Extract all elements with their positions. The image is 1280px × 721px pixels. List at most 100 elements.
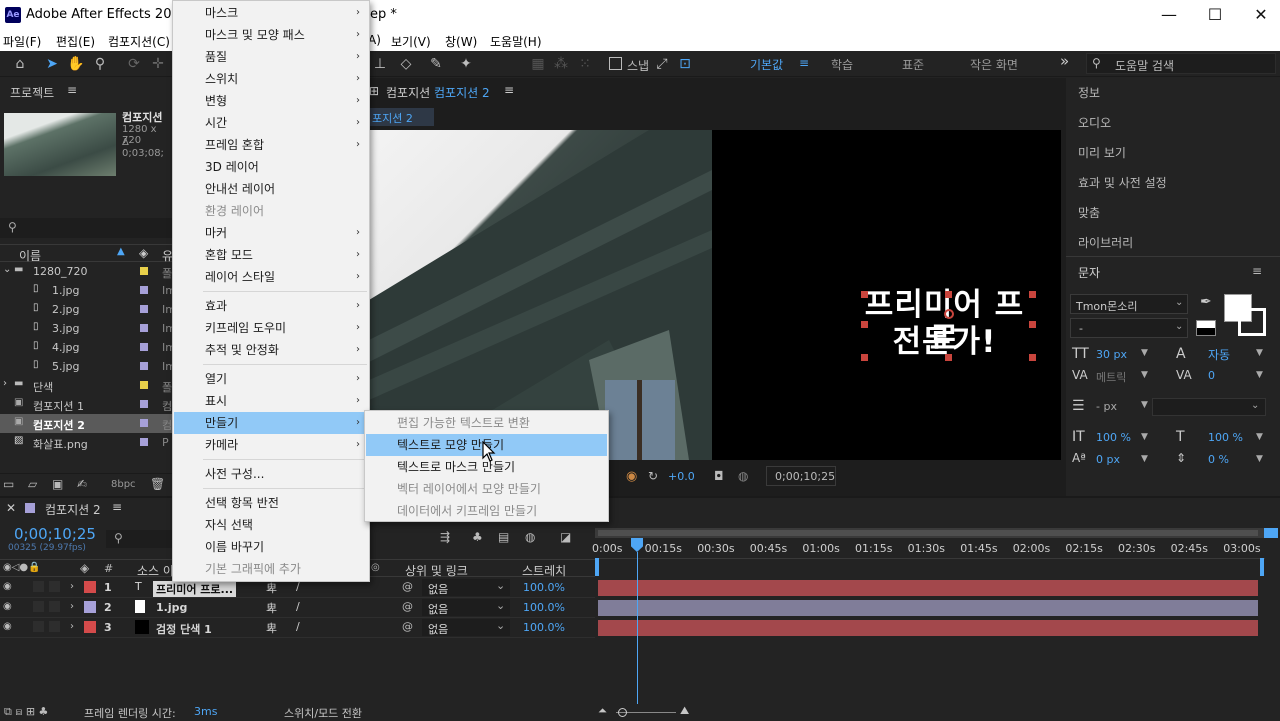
stretch-value[interactable]: 100.0%: [523, 581, 565, 594]
shy-switch-icon[interactable]: 卑: [266, 600, 277, 616]
work-area-start[interactable]: [595, 558, 599, 576]
bounding-handle[interactable]: [861, 291, 868, 298]
close-tab-icon[interactable]: ✕: [6, 501, 16, 515]
viewer-timecode[interactable]: 0;00;10;25: [766, 466, 836, 486]
zoom-slider-handle[interactable]: [618, 708, 627, 717]
layer-color-swatch[interactable]: [84, 621, 96, 633]
project-item[interactable]: ▯ 1.jpg Im: [0, 281, 176, 300]
layer-duration-bar[interactable]: [598, 620, 1258, 636]
chevron-right-icon[interactable]: ›: [3, 378, 7, 389]
panel-menu-icon[interactable]: ≡: [1252, 264, 1262, 278]
viewer-lock-icon[interactable]: ⊞: [369, 84, 379, 98]
color-swap-icon[interactable]: [1196, 320, 1216, 336]
label-color-swatch[interactable]: [140, 400, 148, 408]
layer-menu-item[interactable]: 사전 구성...: [174, 463, 368, 485]
viewer-tab-name[interactable]: 컴포지션 2: [434, 84, 490, 101]
roto-brush-icon[interactable]: ✎: [426, 54, 446, 74]
motion-blur-icon[interactable]: ◎: [371, 562, 380, 573]
layer-name[interactable]: 1.jpg: [156, 601, 187, 614]
help-search-input[interactable]: ⚲ 도움말 검색: [1086, 53, 1276, 74]
workspace-learn[interactable]: 학습: [831, 56, 853, 73]
bounding-handle[interactable]: [1029, 291, 1036, 298]
stroke-style-select[interactable]: ⌄: [1152, 398, 1266, 416]
label-color-swatch[interactable]: [140, 267, 148, 275]
project-item[interactable]: ⌄ ▬ 1280_720 폴: [0, 262, 173, 281]
selection-tool-icon[interactable]: ➤: [42, 54, 62, 74]
solo-box[interactable]: [33, 581, 44, 592]
parent-pickwhip-icon[interactable]: @: [402, 620, 413, 633]
eye-icon[interactable]: ◉: [3, 621, 12, 632]
eye-icon[interactable]: ◉: [3, 601, 12, 612]
project-item[interactable]: ▨ 화살표.png P: [0, 433, 173, 452]
info-panel-tab[interactable]: 정보: [1078, 84, 1100, 101]
orbit-tool-icon[interactable]: ⟳: [124, 54, 144, 74]
layer-color-swatch[interactable]: [84, 601, 96, 613]
solo-box[interactable]: [33, 621, 44, 632]
lock-box[interactable]: [49, 581, 60, 592]
viewer-subtab[interactable]: 포지션 2: [369, 108, 434, 126]
puppet-icon[interactable]: ⁂: [551, 54, 571, 74]
chevron-down-icon[interactable]: ▼: [1141, 432, 1148, 442]
workspace-standard[interactable]: 표준: [902, 56, 924, 73]
font-size-value[interactable]: 30 px: [1096, 348, 1127, 361]
bounding-handle[interactable]: [861, 354, 868, 361]
parent-pickwhip-icon[interactable]: @: [402, 580, 413, 593]
chevron-down-icon[interactable]: ⌄: [3, 264, 11, 275]
layer-menu-item[interactable]: 선택 항목 반전: [174, 492, 368, 514]
project-item[interactable]: ▣ 컴포지션 1 컴: [0, 395, 173, 414]
label-tag-icon[interactable]: ◈: [139, 246, 148, 260]
chevron-down-icon[interactable]: ▼: [1256, 348, 1263, 358]
anchor-point-icon[interactable]: [944, 309, 954, 319]
layer-menu-item[interactable]: 혼합 모드 ›: [174, 244, 368, 266]
menu-window[interactable]: 창(W): [445, 33, 477, 50]
bounding-handle[interactable]: [945, 354, 952, 361]
layer-menu-item[interactable]: 프레임 혼합 ›: [174, 134, 368, 156]
horizontal-scale-value[interactable]: 100 %: [1208, 431, 1243, 444]
layer-name[interactable]: 검정 단색 1: [156, 621, 212, 637]
font-style-select[interactable]: - ⌄: [1070, 318, 1188, 338]
layer-duration-bar[interactable]: [598, 580, 1258, 596]
col-number[interactable]: #: [104, 562, 113, 575]
graph-editor-icon[interactable]: ◪: [560, 530, 571, 544]
workspace-default[interactable]: 기본값: [750, 56, 783, 73]
label-color-swatch[interactable]: [140, 381, 148, 389]
bounding-handle[interactable]: [861, 321, 868, 328]
draft-3d-icon[interactable]: ♣: [472, 530, 483, 544]
timeline-search-input[interactable]: ⚲: [106, 530, 176, 548]
new-folder-icon[interactable]: ▱: [28, 477, 37, 491]
workspace-menu-icon[interactable]: ≡: [799, 56, 809, 70]
axis-icon[interactable]: ⁙: [575, 54, 595, 74]
chevron-down-icon[interactable]: ▼: [1141, 348, 1148, 358]
layer-color-swatch[interactable]: [84, 581, 96, 593]
layer-menu-item[interactable]: 키프레임 도우미 ›: [174, 317, 368, 339]
panel-menu-icon[interactable]: ≡: [112, 500, 122, 514]
layer-menu-item[interactable]: 마스크 및 모양 패스 ›: [174, 24, 368, 46]
layer-menu-item[interactable]: 추적 및 안정화 ›: [174, 339, 368, 361]
zoom-in-icon[interactable]: ⛰: [680, 704, 689, 718]
channels-icon[interactable]: ◉: [626, 469, 637, 484]
layer-menu-item[interactable]: 레이어 스타일 ›: [174, 266, 368, 288]
workspace-small-screen[interactable]: 작은 화면: [970, 56, 1018, 73]
label-color-swatch[interactable]: [140, 362, 148, 370]
lock-box[interactable]: [49, 621, 60, 632]
project-search-input[interactable]: ⚲: [0, 218, 173, 238]
chevron-down-icon[interactable]: ▼: [1256, 432, 1263, 442]
chevron-right-icon[interactable]: ›: [70, 581, 74, 592]
timeline-tab-label[interactable]: 컴포지션 2: [45, 501, 101, 518]
eye-icon[interactable]: ◉: [3, 581, 12, 592]
snap-checkbox[interactable]: [609, 57, 622, 70]
layer-menu-item[interactable]: 이름 바꾸기: [174, 536, 368, 558]
stretch-value[interactable]: 100.0%: [523, 601, 565, 614]
menu-view[interactable]: 보기(V): [391, 33, 431, 50]
lock-box[interactable]: [49, 601, 60, 612]
hand-tool-icon[interactable]: ✋: [66, 54, 86, 74]
layer-menu-item[interactable]: 품질 ›: [174, 46, 368, 68]
baseline-shift-value[interactable]: 0 px: [1096, 453, 1120, 466]
menu-composition[interactable]: 컴포지션(C): [108, 33, 170, 50]
work-area-range[interactable]: [598, 530, 1258, 536]
label-tag-icon[interactable]: ◈: [80, 561, 89, 575]
switches-modes-toggle[interactable]: 스위치/모드 전환: [284, 705, 362, 721]
parent-select[interactable]: 없음 ⌄: [422, 599, 510, 616]
stroke-width-value[interactable]: - px: [1096, 400, 1117, 413]
snap-target-icon[interactable]: ⊡: [675, 54, 695, 74]
